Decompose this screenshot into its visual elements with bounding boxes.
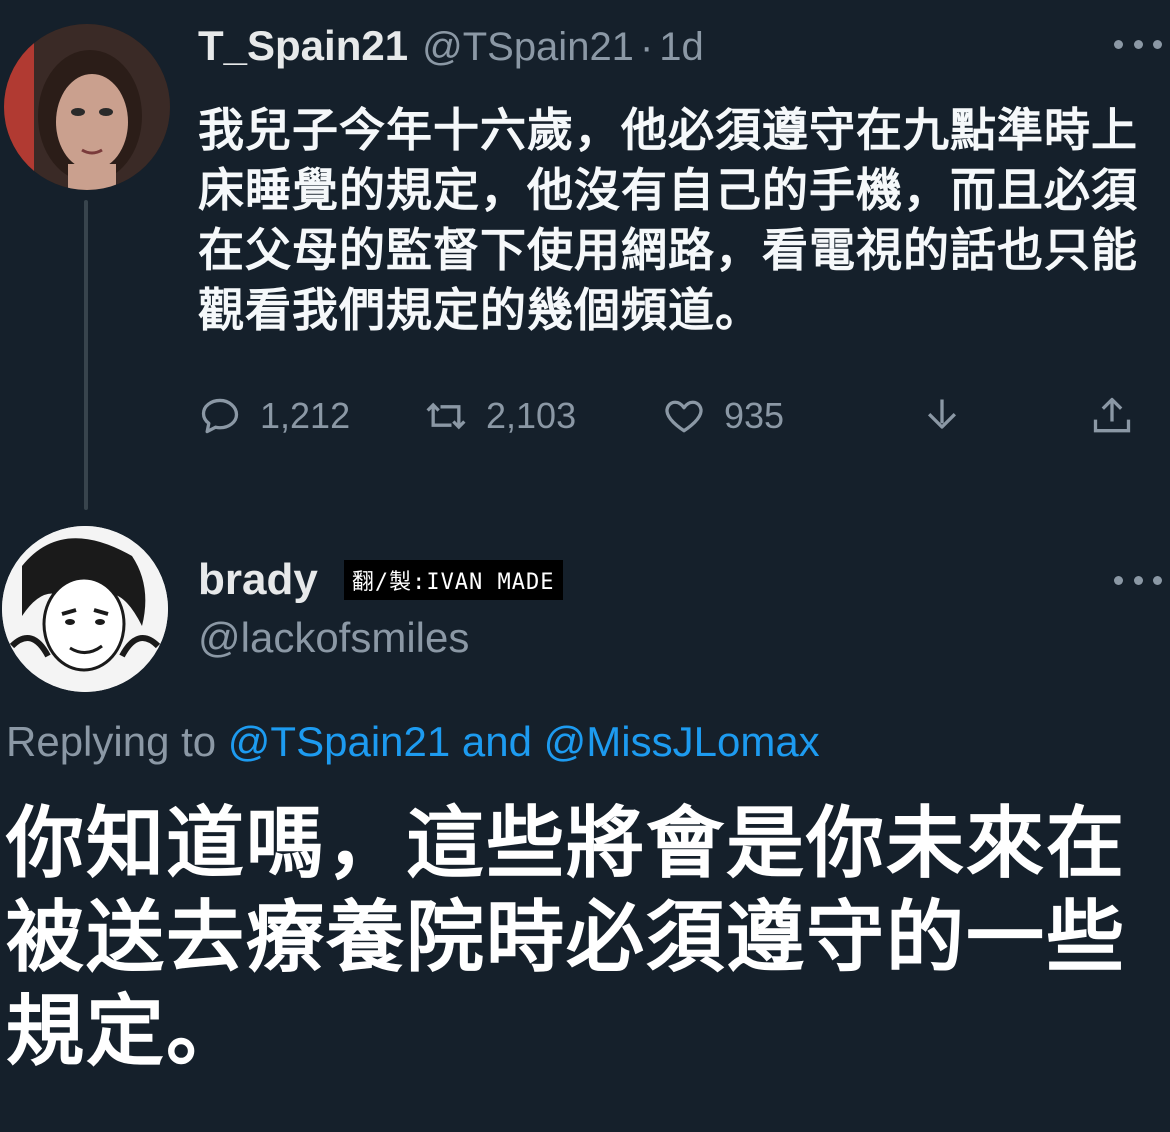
upload-button[interactable]: [1090, 388, 1134, 444]
thread-connector-line: [84, 200, 88, 510]
upload-icon: [1093, 397, 1131, 433]
tweet-header: T_Spain21 @TSpain21 · 1d: [198, 22, 704, 72]
like-button[interactable]: 935: [662, 388, 784, 444]
woman-portrait-avatar-icon: [4, 24, 170, 190]
separator-dot: ·: [639, 25, 654, 69]
tweet-timestamp[interactable]: 1d: [659, 25, 704, 70]
reply-text: 你知道嗎，這些將會是你未來在被送去療養院時必須遵守的一些規定。: [6, 799, 1127, 1075]
reply-header: brady 翻/製:IVAN MADE: [198, 555, 563, 605]
reply-author-handle[interactable]: @lackofsmiles: [198, 614, 469, 662]
replying-and[interactable]: and: [462, 718, 532, 765]
author-name[interactable]: T_Spain21: [198, 22, 408, 70]
tweet-actions: 1,212 2,103 935: [198, 388, 1158, 444]
replying-to-line: Replying to @TSpain21 and @MissJLomax: [6, 718, 820, 766]
heart-icon: [665, 400, 703, 433]
share-down-icon: [927, 399, 957, 429]
brady-avatar[interactable]: [2, 526, 168, 692]
tspain21-avatar[interactable]: [4, 24, 170, 190]
reply-button[interactable]: 1,212: [198, 388, 350, 444]
retweet-count: 2,103: [486, 395, 577, 436]
retweet-icon: [426, 402, 466, 430]
share-down-button[interactable]: [920, 388, 964, 444]
translator-watermark: 翻/製:IVAN MADE: [343, 560, 563, 600]
manga-character-avatar-icon: [2, 526, 168, 692]
mention-link-tspain21[interactable]: @TSpain21: [228, 718, 450, 765]
mention-link-missjlomax[interactable]: @MissJLomax: [544, 718, 820, 765]
more-options-icon[interactable]: [1114, 40, 1162, 52]
reply-author-name[interactable]: brady: [198, 555, 318, 605]
reply-more-options-icon[interactable]: [1114, 576, 1162, 588]
retweet-button[interactable]: 2,103: [424, 388, 576, 444]
author-handle[interactable]: @TSpain21: [422, 25, 634, 70]
reply-count: 1,212: [260, 395, 351, 436]
tweet-text: 我兒子今年十六歲，他必須遵守在九點準時上床睡覺的規定，他沒有自己的手機，而且必須…: [198, 104, 1138, 336]
comment-icon: [201, 398, 239, 434]
like-count: 935: [724, 395, 785, 436]
replying-prefix: Replying to: [6, 718, 217, 765]
